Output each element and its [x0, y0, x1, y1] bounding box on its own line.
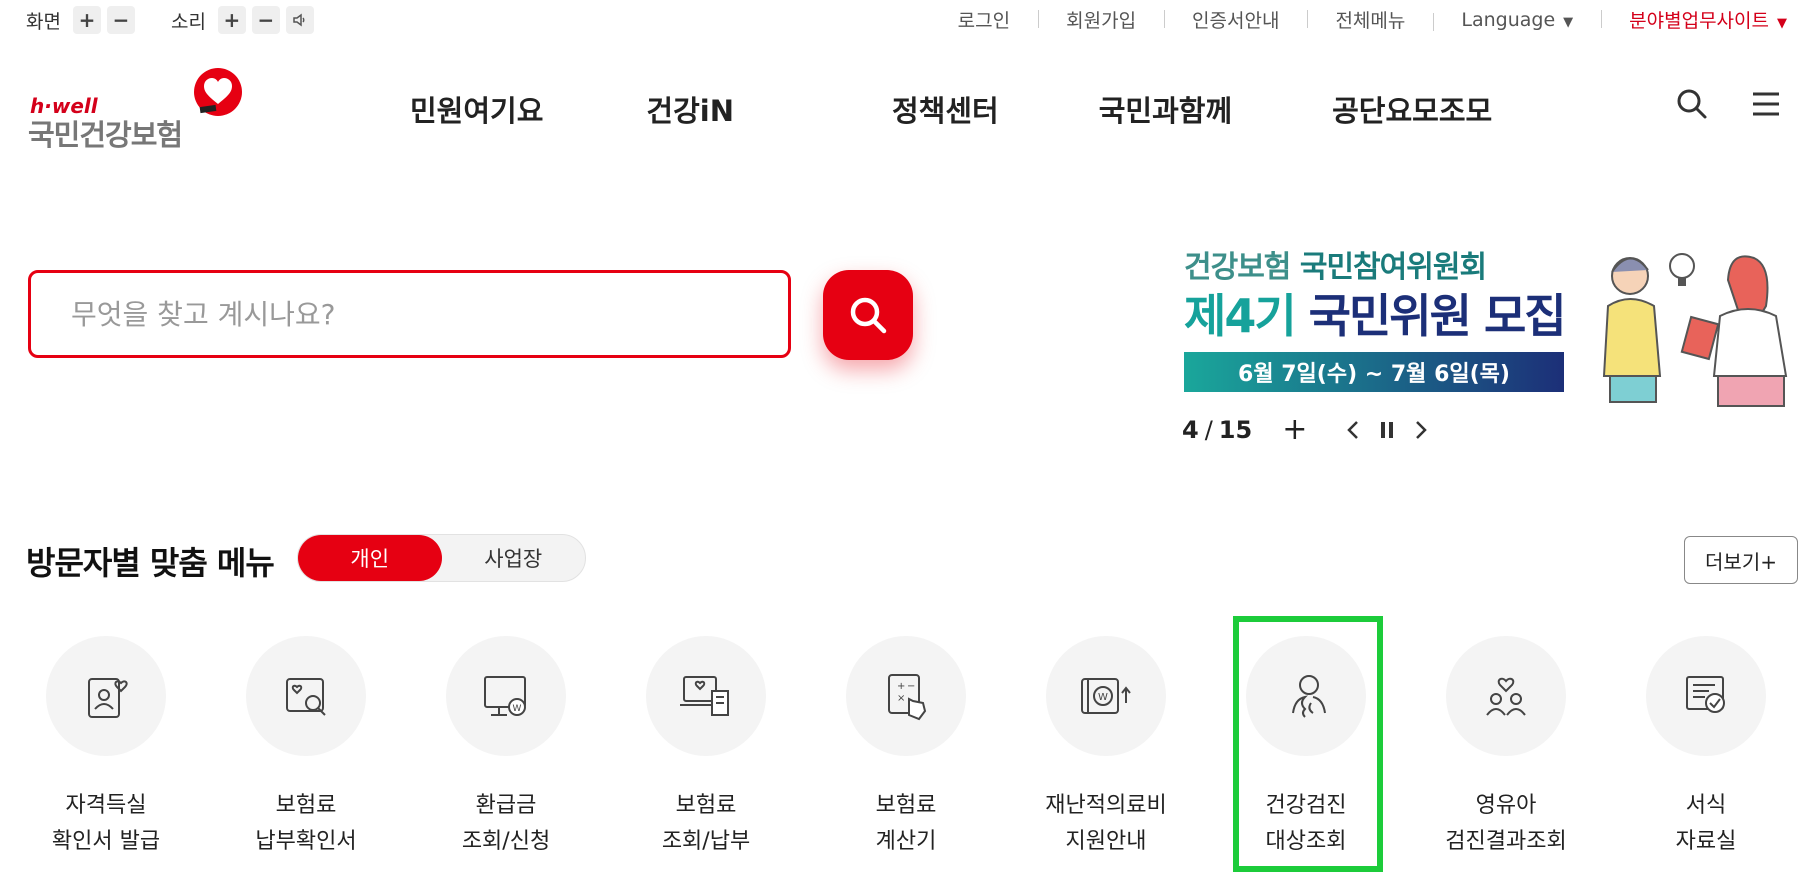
won-support-icon: W	[1081, 678, 1131, 714]
speaker-icon[interactable]	[285, 6, 314, 34]
language-select[interactable]: Language ▼	[1433, 9, 1601, 31]
sound-group: 소리 + −	[171, 6, 320, 34]
menu-item-label: 영유아 검진결과조회	[1445, 793, 1567, 854]
banner-title: 제4기 국민위원 모집	[1184, 280, 1567, 346]
nav-item-about[interactable]: 공단요모조모	[1332, 88, 1492, 130]
menu-item-premium-pay[interactable]: 보험료 조회/납부	[606, 636, 806, 860]
tab-business[interactable]: 사업장	[442, 535, 586, 581]
site-logo[interactable]: h·well 국민건강보험	[28, 66, 243, 152]
menu-item-label: 환급금 조회/신청	[461, 793, 551, 854]
cert-guide-link[interactable]: 인증서안내	[1164, 6, 1307, 33]
menu-icon-circle	[1646, 636, 1766, 756]
document-search-icon	[286, 678, 326, 716]
id-card-heart-icon	[88, 678, 128, 718]
sound-label: 소리	[170, 10, 206, 33]
visitor-menu-title: 방문자별 맞춤 메뉴	[26, 544, 275, 582]
zoom-in-button[interactable]: +	[72, 6, 101, 34]
monitor-won-icon: W	[484, 676, 526, 716]
menu-item-label: 서식 자료실	[1675, 793, 1737, 854]
hamburger-menu-icon[interactable]	[1750, 88, 1782, 120]
menu-item-label: 보험료 납부확인서	[255, 793, 357, 854]
login-link[interactable]: 로그인	[930, 6, 1038, 33]
logo-heart-icon	[194, 68, 242, 116]
svg-text:W: W	[513, 704, 522, 714]
menu-item-medical-support[interactable]: W 재난적의료비 지원안내	[1006, 636, 1206, 860]
sitemap-link[interactable]: 전체메뉴	[1307, 6, 1433, 33]
menu-item-payment-cert[interactable]: 보험료 납부확인서	[206, 636, 406, 860]
banner-title-prefix: 제4기	[1184, 289, 1309, 343]
volume-down-button[interactable]: −	[251, 6, 280, 34]
logo-name: 국민건강보험	[28, 118, 183, 152]
slide-current: 4	[1182, 415, 1199, 444]
tab-personal[interactable]: 개인	[298, 535, 442, 581]
site-header: h·well 국민건강보험 민원여기요 건강iN 정책센터 국민과함께 공단요모…	[0, 60, 1813, 152]
menu-item-label: 재난적의료비 지원안내	[1045, 793, 1167, 854]
svg-text:+: +	[897, 681, 905, 692]
nav-item-health[interactable]: 건강iN	[646, 88, 734, 130]
banner-date: 6월 7일(수) ~ 7월 6일(목)	[1184, 352, 1564, 392]
promo-banner[interactable]: 건강보험 국민참여위원회 제4기 국민위원 모집 6월 7일(수) ~ 7월 6…	[1182, 236, 1802, 416]
prev-arrow-icon[interactable]	[1345, 419, 1361, 441]
screen-label: 화면	[26, 10, 61, 33]
menu-item-infant-checkup[interactable]: 영유아 검진결과조회	[1406, 636, 1606, 860]
menu-icon-circle	[246, 636, 366, 756]
banner-plus-button[interactable]: +	[1282, 412, 1307, 447]
search-box	[28, 270, 791, 358]
field-site-label: 분야별업무사이트	[1629, 10, 1769, 32]
svg-text:−: −	[907, 681, 915, 692]
caret-down-icon: ▼	[1777, 16, 1787, 31]
highlight-frame	[1233, 616, 1383, 872]
menu-icon-circle: + − ×	[846, 636, 966, 756]
volume-up-button[interactable]: +	[217, 6, 246, 34]
menu-icon-circle	[1446, 636, 1566, 756]
menu-item-label: 보험료 조회/납부	[661, 793, 751, 854]
search-icon	[850, 297, 887, 334]
pause-icon[interactable]	[1379, 420, 1395, 440]
caret-down-icon: ▼	[1563, 14, 1574, 30]
field-site-select[interactable]: 분야별업무사이트 ▼	[1601, 6, 1787, 33]
menu-icon-circle: W	[446, 636, 566, 756]
calculator-hand-icon: + −×	[888, 674, 927, 721]
signup-link[interactable]: 회원가입	[1038, 6, 1164, 33]
menu-item-label: 자격득실 확인서 발급	[51, 793, 161, 854]
nav-item-civil[interactable]: 민원여기요	[410, 88, 543, 130]
slide-total: 15	[1218, 415, 1253, 444]
main-nav: 민원여기요 건강iN 정책센터 국민과함께 공단요모조모	[410, 88, 1492, 130]
more-button[interactable]: 더보기+	[1684, 536, 1798, 584]
menu-item-calculator[interactable]: + − × 보험료 계산기	[806, 636, 1006, 860]
utility-links: 로그인 회원가입 인증서안내 전체메뉴 Language ▼ 분야별업무사이트 ▼	[930, 6, 1787, 33]
banner-slider-controls: 4 / 15 +	[1182, 412, 1429, 447]
menu-item-eligibility-cert[interactable]: 자격득실 확인서 발급	[6, 636, 206, 860]
search-button[interactable]	[823, 270, 913, 360]
slide-separator: /	[1204, 415, 1213, 444]
visitor-menu-list: 자격득실 확인서 발급 보험료 납부확인서 W 환급금 조회/신청 보험료 조회…	[0, 636, 1813, 876]
menu-icon-circle	[46, 636, 166, 756]
utility-bar: 화면 + − 소리 + − 로그인 회원가입 인증서안내 전체메뉴 Langua…	[0, 0, 1813, 40]
search-input[interactable]	[31, 273, 788, 355]
visitor-type-toggle: 개인 사업장	[297, 534, 586, 582]
nav-item-together[interactable]: 국민과함께	[1099, 88, 1232, 130]
laptop-receipt-icon	[680, 676, 729, 716]
accessibility-controls: 화면 + − 소리 + −	[26, 6, 350, 34]
menu-icon-circle: W	[1046, 636, 1166, 756]
next-arrow-icon[interactable]	[1413, 419, 1429, 441]
zoom-out-button[interactable]: −	[106, 6, 135, 34]
family-heart-icon	[1486, 677, 1526, 716]
menu-item-forms[interactable]: 서식 자료실	[1606, 636, 1806, 860]
svg-text:×: ×	[897, 693, 905, 704]
menu-item-refund[interactable]: W 환급금 조회/신청	[406, 636, 606, 860]
nav-item-policy[interactable]: 정책센터	[892, 88, 999, 130]
language-label: Language	[1461, 8, 1556, 31]
document-check-icon	[1686, 676, 1725, 713]
svg-text:W: W	[1098, 692, 1108, 703]
menu-icon-circle	[646, 636, 766, 756]
people-illustration-icon	[1602, 253, 1788, 407]
search-icon[interactable]	[1676, 88, 1708, 120]
screen-zoom-group: 화면 + −	[26, 6, 141, 34]
menu-item-label: 보험료 계산기	[875, 793, 937, 854]
banner-title-highlight: 국민위원 모집	[1308, 289, 1567, 343]
